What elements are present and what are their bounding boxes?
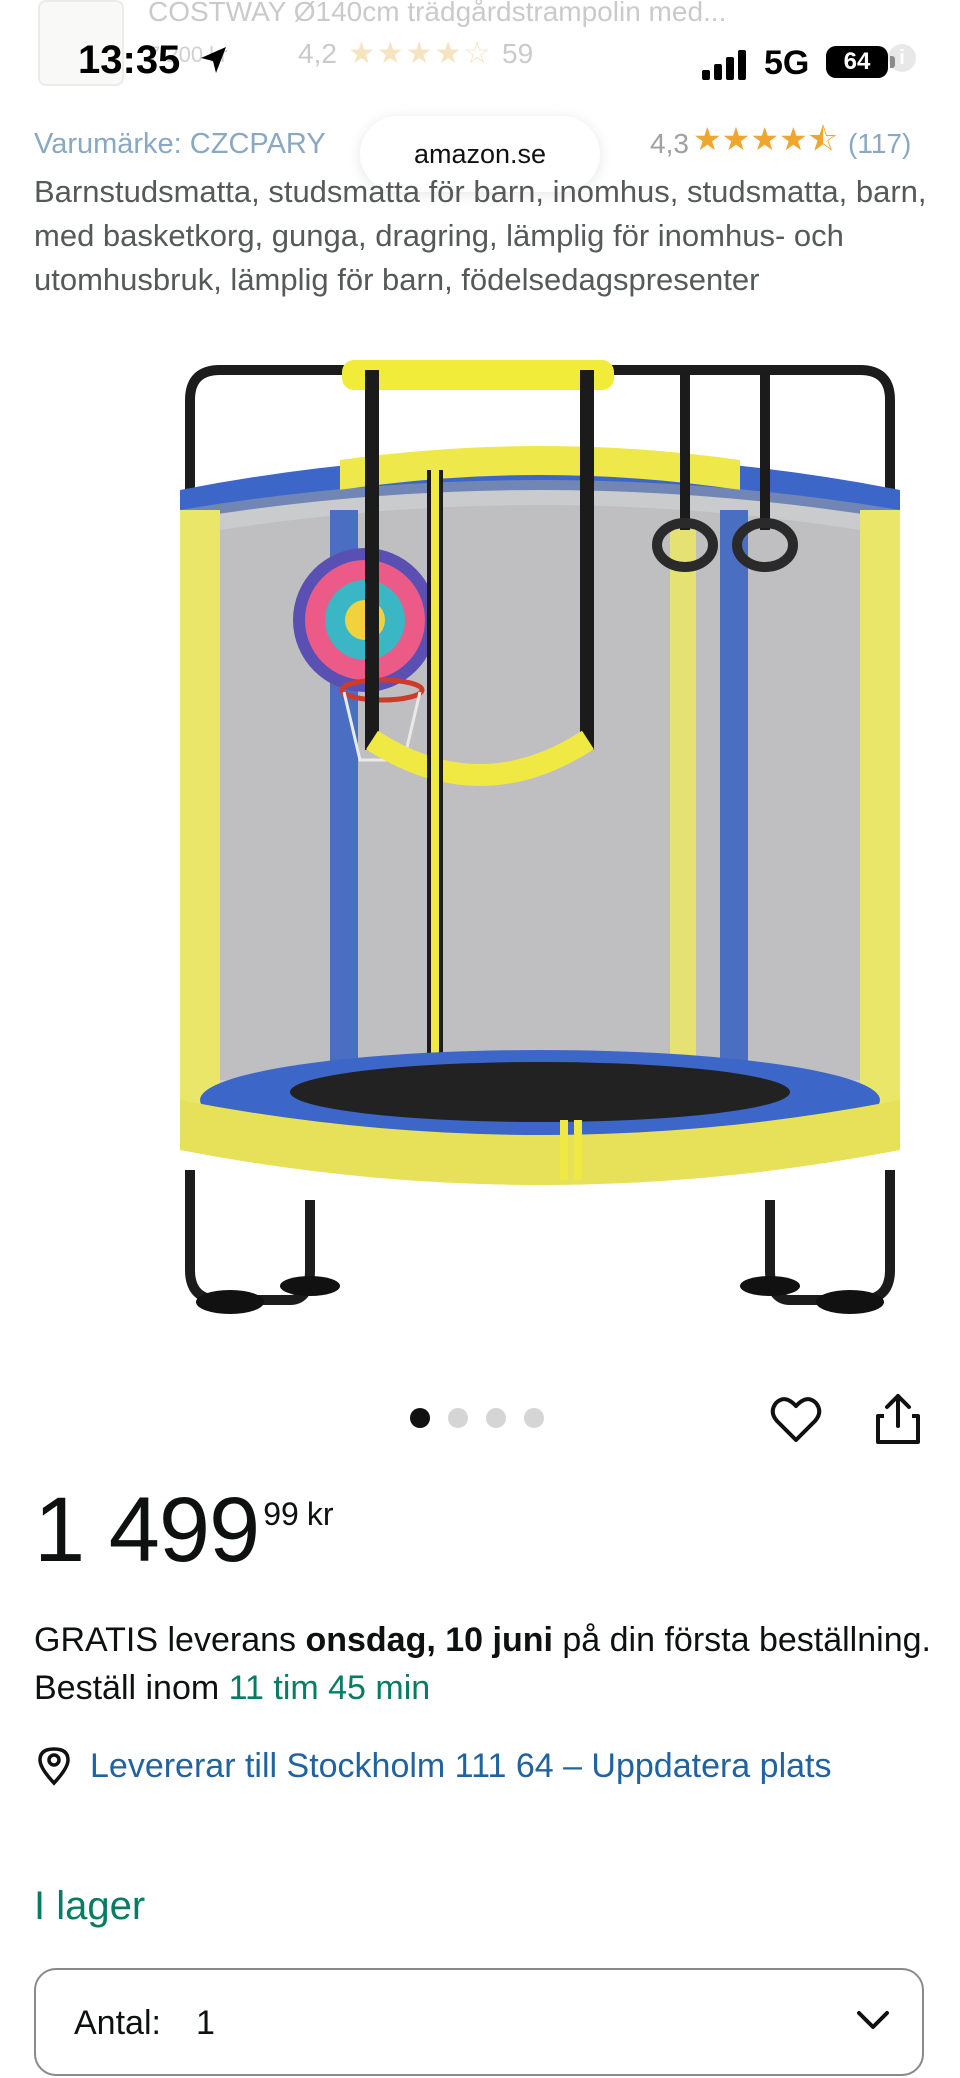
update-location-link[interactable]: Levererar till Stockholm 111 64 – Uppdat… [90,1742,831,1790]
status-time: 13:35 [78,38,181,82]
price-currency: kr [306,1496,334,1532]
rating-value: 4,3 [650,128,689,159]
quantity-label: Antal: [74,2004,161,2042]
delivery-message: GRATIS leverans onsdag, 10 juni på din f… [34,1616,934,1712]
brand-link[interactable]: Varumärke: CZCPARY [34,128,326,161]
location-arrow-icon [201,47,226,73]
trampoline-image[interactable] [160,340,920,1320]
stock-status: I lager [34,1884,146,1928]
location-pin-icon [38,1747,70,1786]
price: 1 499 99 kr [34,1482,333,1578]
sticky-review-count: 59 [502,38,534,69]
carousel-dots [410,1408,544,1428]
rating-stars-icon: ★★★★⯪ [692,121,838,157]
delivery-prefix: GRATIS leverans [34,1621,306,1659]
price-fraction: 99 [263,1496,299,1532]
battery-cap [890,56,895,68]
carousel-dot[interactable] [486,1408,506,1428]
sticky-rating-value: 4,2 [298,38,337,69]
chevron-down-icon [857,2011,889,2029]
signal-bars-icon [702,50,746,80]
quantity-value: 1 [196,2004,215,2042]
sticky-product-title: COSTWAY Ø140cm trädgårdstrampolin med... [148,0,727,27]
carousel-dot[interactable] [448,1408,468,1428]
share-icon[interactable] [874,1392,922,1446]
order-countdown: 11 tim 45 min [228,1669,431,1707]
heart-icon[interactable] [770,1394,822,1446]
delivery-location[interactable]: Levererar till Stockholm 111 64 – Uppdat… [34,1742,934,1790]
review-count-link[interactable]: (117) [848,128,911,160]
network-type: 5G [764,44,810,82]
carousel-dot[interactable] [524,1408,544,1428]
quantity-dropdown[interactable]: Antal: 1 [34,1968,924,2076]
battery-icon: 64 [826,46,888,78]
delivery-date: onsdag, 10 juni [305,1621,553,1659]
carousel-dot[interactable] [410,1408,430,1428]
price-whole: 1 499 [34,1479,260,1581]
sticky-rating-stars: ★★★★☆ [348,37,493,70]
rating-summary[interactable]: 4,3 ★★★★⯪ (117) [650,121,911,162]
product-title: Barnstudsmatta, studsmatta för barn, ino… [34,174,927,297]
